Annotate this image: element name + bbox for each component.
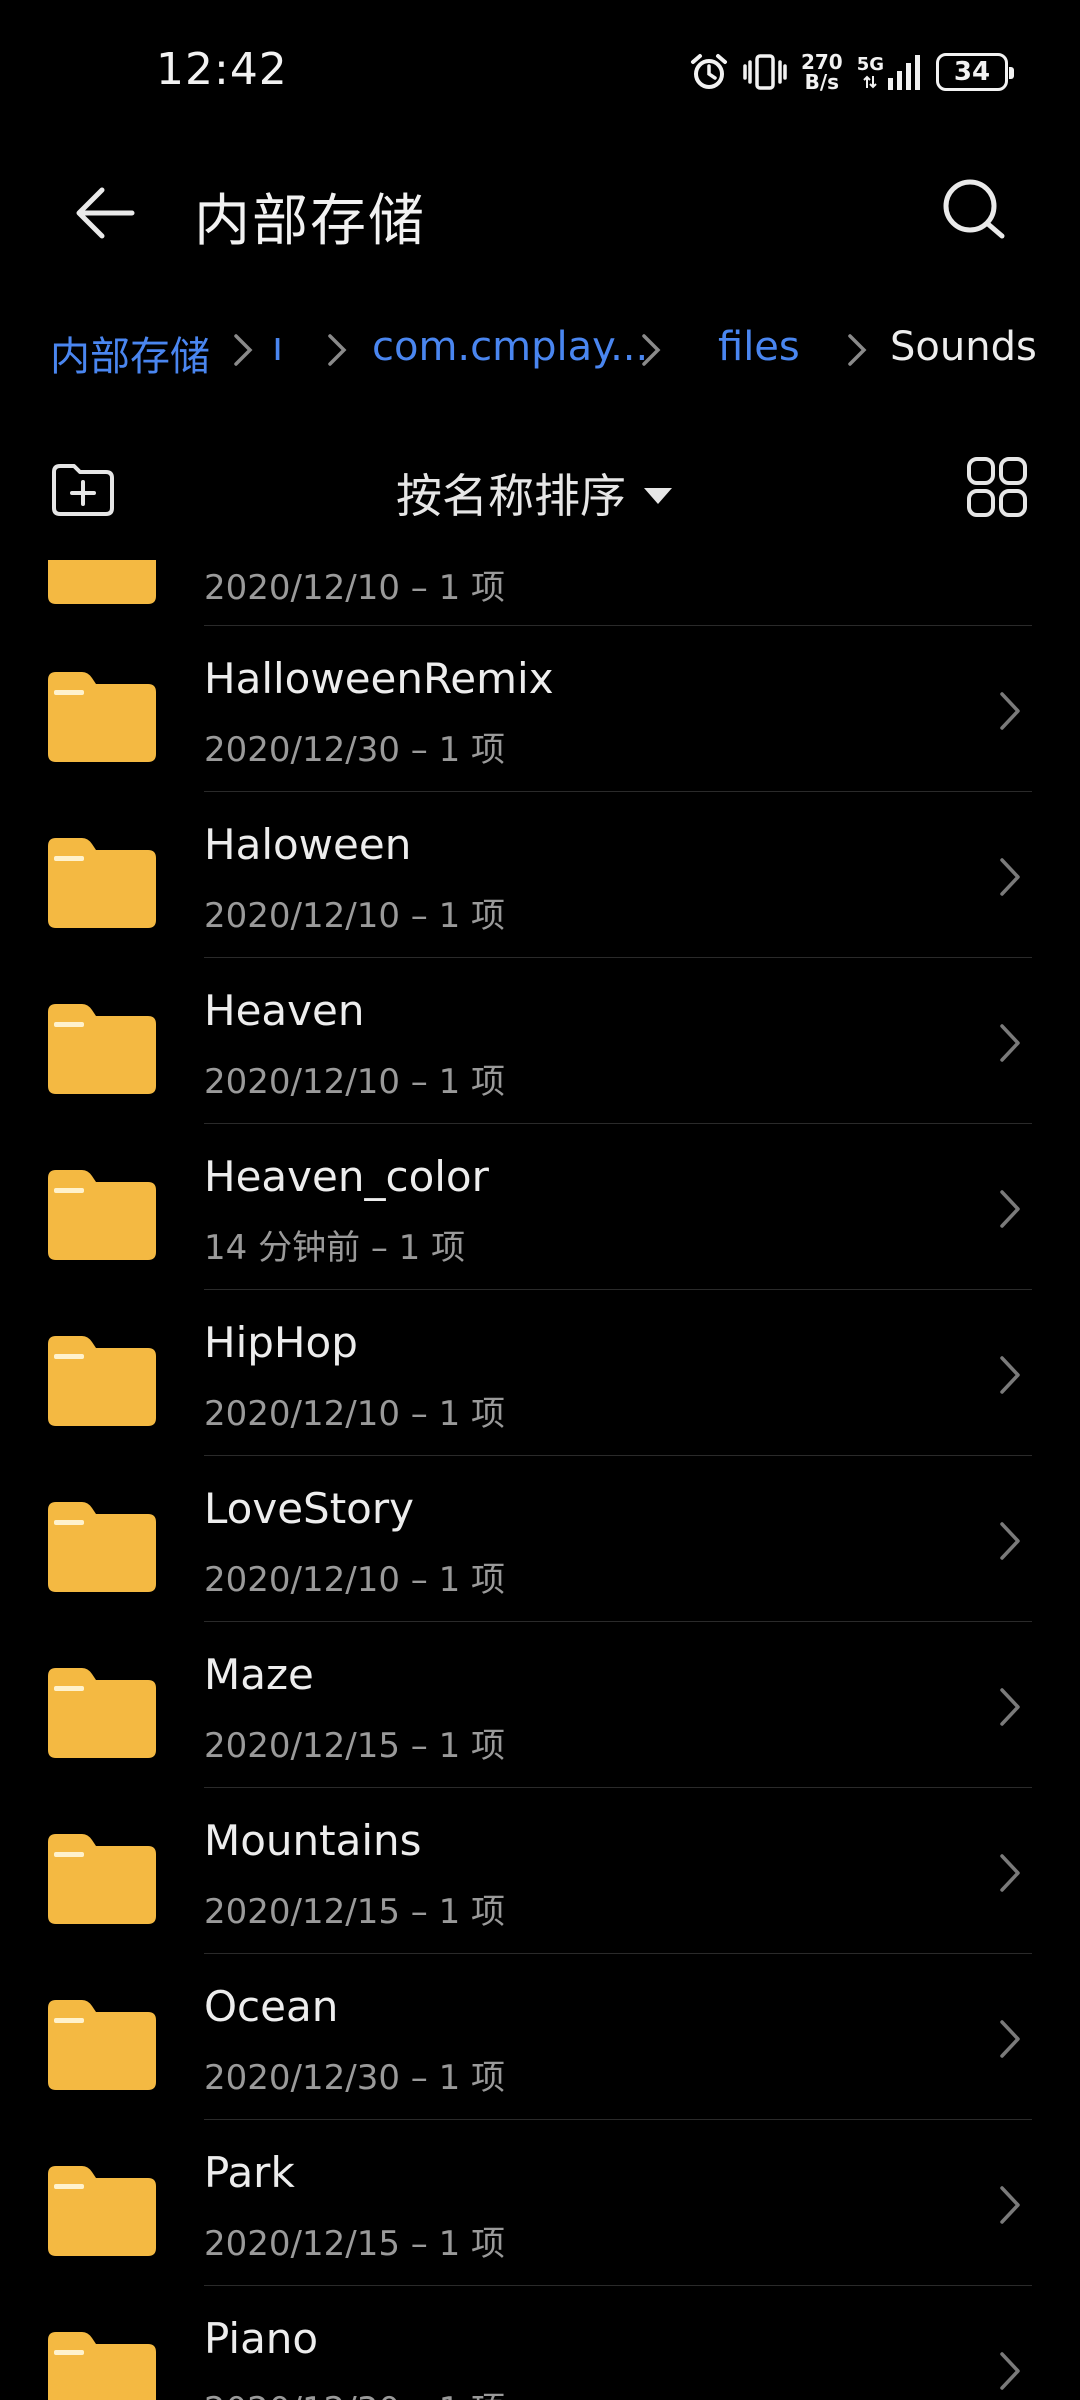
list-item[interactable]: Piano 2020/12/30 – 1 项 [0, 2286, 1080, 2400]
folder-name: HipHop [204, 1318, 358, 1367]
chevron-right-icon [1000, 2020, 1020, 2058]
folder-icon [48, 560, 156, 604]
folder-details: 2020/12/30 – 1 项 [204, 730, 506, 770]
list-item[interactable]: Mountains 2020/12/15 – 1 项 [0, 1788, 1080, 1954]
list-item[interactable]: HalloweenRemix 2020/12/30 – 1 项 [0, 626, 1080, 792]
list-item[interactable]: Heaven 2020/12/10 – 1 项 [0, 958, 1080, 1124]
folder-details: 2020/12/30 – 1 项 [204, 2058, 506, 2098]
list-item-partial[interactable]: 2020/12/10 – 1 项 [0, 560, 1080, 626]
status-bar: 12:42 270 B/s 5G 34 [0, 0, 1080, 150]
folder-name: Maze [204, 1650, 314, 1699]
chevron-right-icon [1000, 1024, 1020, 1062]
folder-icon [48, 1502, 156, 1592]
caret-down-icon [644, 488, 672, 504]
breadcrumb-chevron-icon [642, 334, 661, 366]
grid-view-icon[interactable] [966, 456, 1028, 518]
folder-details: 2020/12/10 – 1 项 [204, 1394, 506, 1434]
folder-list: 2020/12/10 – 1 项 HalloweenRemix 2020/12/… [0, 560, 1080, 2400]
chevron-right-icon [1000, 1356, 1020, 1394]
breadcrumb-chevron-icon [848, 334, 867, 366]
network-type-label: 5G [856, 54, 884, 75]
folder-icon [48, 672, 156, 762]
folder-name: Heaven_color [204, 1152, 489, 1201]
folder-icon [48, 2166, 156, 2256]
app-bar: 内部存储 [0, 150, 1080, 270]
back-arrow-icon[interactable] [70, 178, 140, 248]
breadcrumb-item-internal-storage[interactable]: 内部存储 [50, 324, 210, 376]
chevron-right-icon [1000, 1522, 1020, 1560]
breadcrumb-item-files[interactable]: files [718, 324, 800, 370]
folder-details: 2020/12/10 – 1 项 [204, 1560, 506, 1600]
folder-details: 2020/12/30 – 1 项 [204, 2382, 505, 2400]
chevron-right-icon [1000, 692, 1020, 730]
folder-icon [48, 1170, 156, 1260]
folder-details: 2020/12/15 – 1 项 [204, 1726, 506, 1766]
breadcrumb-item-android[interactable]: ı [272, 324, 283, 370]
network-speed-unit: B/s [804, 70, 840, 94]
breadcrumb-item-current: Sounds [890, 324, 1037, 370]
sort-dropdown[interactable]: 按名称排序 [396, 460, 672, 526]
folder-icon [48, 2000, 156, 2090]
breadcrumb: 内部存储 ı com.cmplay... files Sounds [50, 316, 1050, 376]
folder-details: 14 分钟前 – 1 项 [204, 1228, 466, 1268]
folder-name: HalloweenRemix [204, 654, 554, 703]
list-item[interactable]: LoveStory 2020/12/10 – 1 项 [0, 1456, 1080, 1622]
chevron-right-icon [1000, 2186, 1020, 2224]
sort-label: 按名称排序 [396, 469, 626, 523]
folder-icon [48, 1668, 156, 1758]
folder-name: Mountains [204, 1816, 422, 1865]
folder-details: 2020/12/15 – 1 项 [204, 2224, 506, 2264]
list-item[interactable]: Maze 2020/12/15 – 1 项 [0, 1622, 1080, 1788]
breadcrumb-item-package[interactable]: com.cmplay... [372, 324, 648, 370]
folder-icon [48, 2332, 156, 2400]
folder-name: LoveStory [204, 1484, 414, 1533]
chevron-right-icon [1000, 2352, 1020, 2390]
folder-rows: HalloweenRemix 2020/12/30 – 1 项 Haloween… [0, 626, 1080, 2400]
alarm-icon [690, 54, 727, 89]
list-item-details: 2020/12/10 – 1 项 [204, 568, 506, 608]
folder-details: 2020/12/10 – 1 项 [204, 1062, 506, 1102]
network-speed: 270 B/s [801, 52, 843, 92]
toolbar: 按名称排序 [0, 440, 1080, 540]
page-title: 内部存储 [194, 189, 426, 254]
breadcrumb-chevron-icon [234, 334, 253, 366]
search-icon[interactable] [940, 176, 1010, 246]
folder-icon [48, 838, 156, 928]
network-speed-value: 270 [800, 50, 843, 74]
folder-details: 2020/12/10 – 1 项 [204, 896, 506, 936]
status-icons: 270 B/s 5G 34 [689, 48, 1014, 96]
new-folder-icon[interactable] [50, 460, 116, 520]
folder-name: Heaven [204, 986, 365, 1035]
list-item[interactable]: Ocean 2020/12/30 – 1 项 [0, 1954, 1080, 2120]
data-arrows-icon [863, 75, 878, 89]
list-item[interactable]: Haloween 2020/12/10 – 1 项 [0, 792, 1080, 958]
status-time: 12:42 [156, 44, 288, 95]
battery-indicator: 34 [936, 53, 1014, 91]
chevron-right-icon [1000, 1688, 1020, 1726]
folder-name: Haloween [204, 820, 412, 869]
vibrate-icon [743, 54, 787, 90]
breadcrumb-chevron-icon [328, 334, 347, 366]
signal-bars-icon [888, 55, 920, 90]
folder-name: Park [204, 2148, 295, 2197]
chevron-right-icon [1000, 858, 1020, 896]
folder-name: Piano [204, 2314, 319, 2363]
folder-icon [48, 1834, 156, 1924]
list-item[interactable]: HipHop 2020/12/10 – 1 项 [0, 1290, 1080, 1456]
chevron-right-icon [1000, 1190, 1020, 1228]
chevron-right-icon [1000, 1854, 1020, 1892]
folder-icon [48, 1336, 156, 1426]
list-item[interactable]: Park 2020/12/15 – 1 项 [0, 2120, 1080, 2286]
folder-details: 2020/12/15 – 1 项 [204, 1892, 506, 1932]
cellular-signal: 5G [857, 54, 922, 90]
list-item[interactable]: Heaven_color 14 分钟前 – 1 项 [0, 1124, 1080, 1290]
folder-icon [48, 1004, 156, 1094]
folder-name: Ocean [204, 1982, 339, 2031]
